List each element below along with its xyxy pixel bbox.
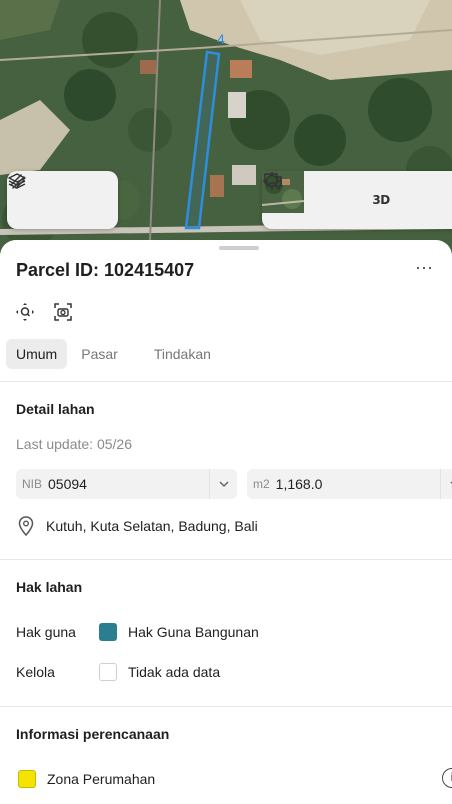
zone-swatch <box>18 770 36 788</box>
chat-button[interactable] <box>264 173 441 220</box>
location-row: Kutuh, Kuta Selatan, Badung, Bali <box>18 516 258 536</box>
kelola-swatch <box>99 663 117 681</box>
nib-dropdown[interactable] <box>209 469 237 499</box>
chevron-down-icon <box>218 481 229 488</box>
nib-value: 05094 <box>48 476 87 492</box>
divider <box>0 381 452 382</box>
area-prefix: m2 <box>253 477 270 491</box>
sheet-tabs: Umum Pasar Tindakan <box>6 339 221 369</box>
area-dropdown[interactable] <box>440 469 452 499</box>
map-pin-icon <box>18 516 34 536</box>
tab-umum[interactable]: Umum <box>6 339 68 369</box>
3d-toggle-button[interactable]: 3D <box>361 180 401 220</box>
tab-tindakan[interactable]: Tindakan <box>144 339 221 369</box>
nib-field[interactable]: NIB 05094 <box>16 469 237 499</box>
zone-row: Zona Perumahan <box>18 770 155 788</box>
map-tools-right: 3D <box>262 171 452 229</box>
divider <box>0 559 452 560</box>
sheet-header: Parcel ID: 102415407 ··· × <box>16 258 452 282</box>
chevron-down-icon <box>449 481 452 485</box>
hak-guna-label: Hak guna <box>16 624 76 640</box>
divider <box>0 706 452 707</box>
info-icon[interactable]: i <box>442 768 452 788</box>
kelola-label: Kelola <box>16 664 55 680</box>
sheet-drag-handle[interactable] <box>219 246 259 250</box>
hak-guna-swatch <box>99 623 117 641</box>
last-update-text: Last update: 05/26 <box>16 436 132 452</box>
locate-button[interactable] <box>263 172 361 220</box>
satellite-map[interactable]: 4 3D <box>0 0 452 260</box>
sheet-action-icons <box>14 301 74 323</box>
detail-section-title: Detail lahan <box>16 401 95 417</box>
parcel-title: Parcel ID: 102415407 <box>16 260 195 280</box>
hak-guna-value: Hak Guna Bangunan <box>128 624 259 640</box>
nib-prefix: NIB <box>22 477 43 491</box>
zoom-to-parcel-icon <box>16 303 34 321</box>
parcel-vertex-label: 4 <box>217 31 225 47</box>
zone-text: Zona Perumahan <box>47 771 156 787</box>
screenshot-icon <box>54 303 72 321</box>
zoom-to-parcel-button[interactable] <box>14 301 36 323</box>
area-field[interactable]: m2 1,168.0 <box>247 469 452 499</box>
map-tools-left <box>7 171 118 229</box>
chat-icon <box>264 173 282 190</box>
rights-section-title: Hak lahan <box>16 579 83 595</box>
parcel-bottom-sheet: Parcel ID: 102415407 ··· × Umum Pasar Ti… <box>0 240 452 804</box>
tab-pasar[interactable]: Pasar <box>71 339 128 369</box>
kelola-value: Tidak ada data <box>128 664 221 680</box>
location-text: Kutuh, Kuta Selatan, Badung, Bali <box>46 518 258 534</box>
screenshot-button[interactable] <box>52 301 74 323</box>
draw-icon <box>10 174 25 189</box>
area-value: 1,168.0 <box>275 476 323 492</box>
more-options-button[interactable]: ··· <box>412 258 436 282</box>
planning-section-title: Informasi perencanaan <box>16 726 170 742</box>
draw-button[interactable] <box>10 174 110 220</box>
